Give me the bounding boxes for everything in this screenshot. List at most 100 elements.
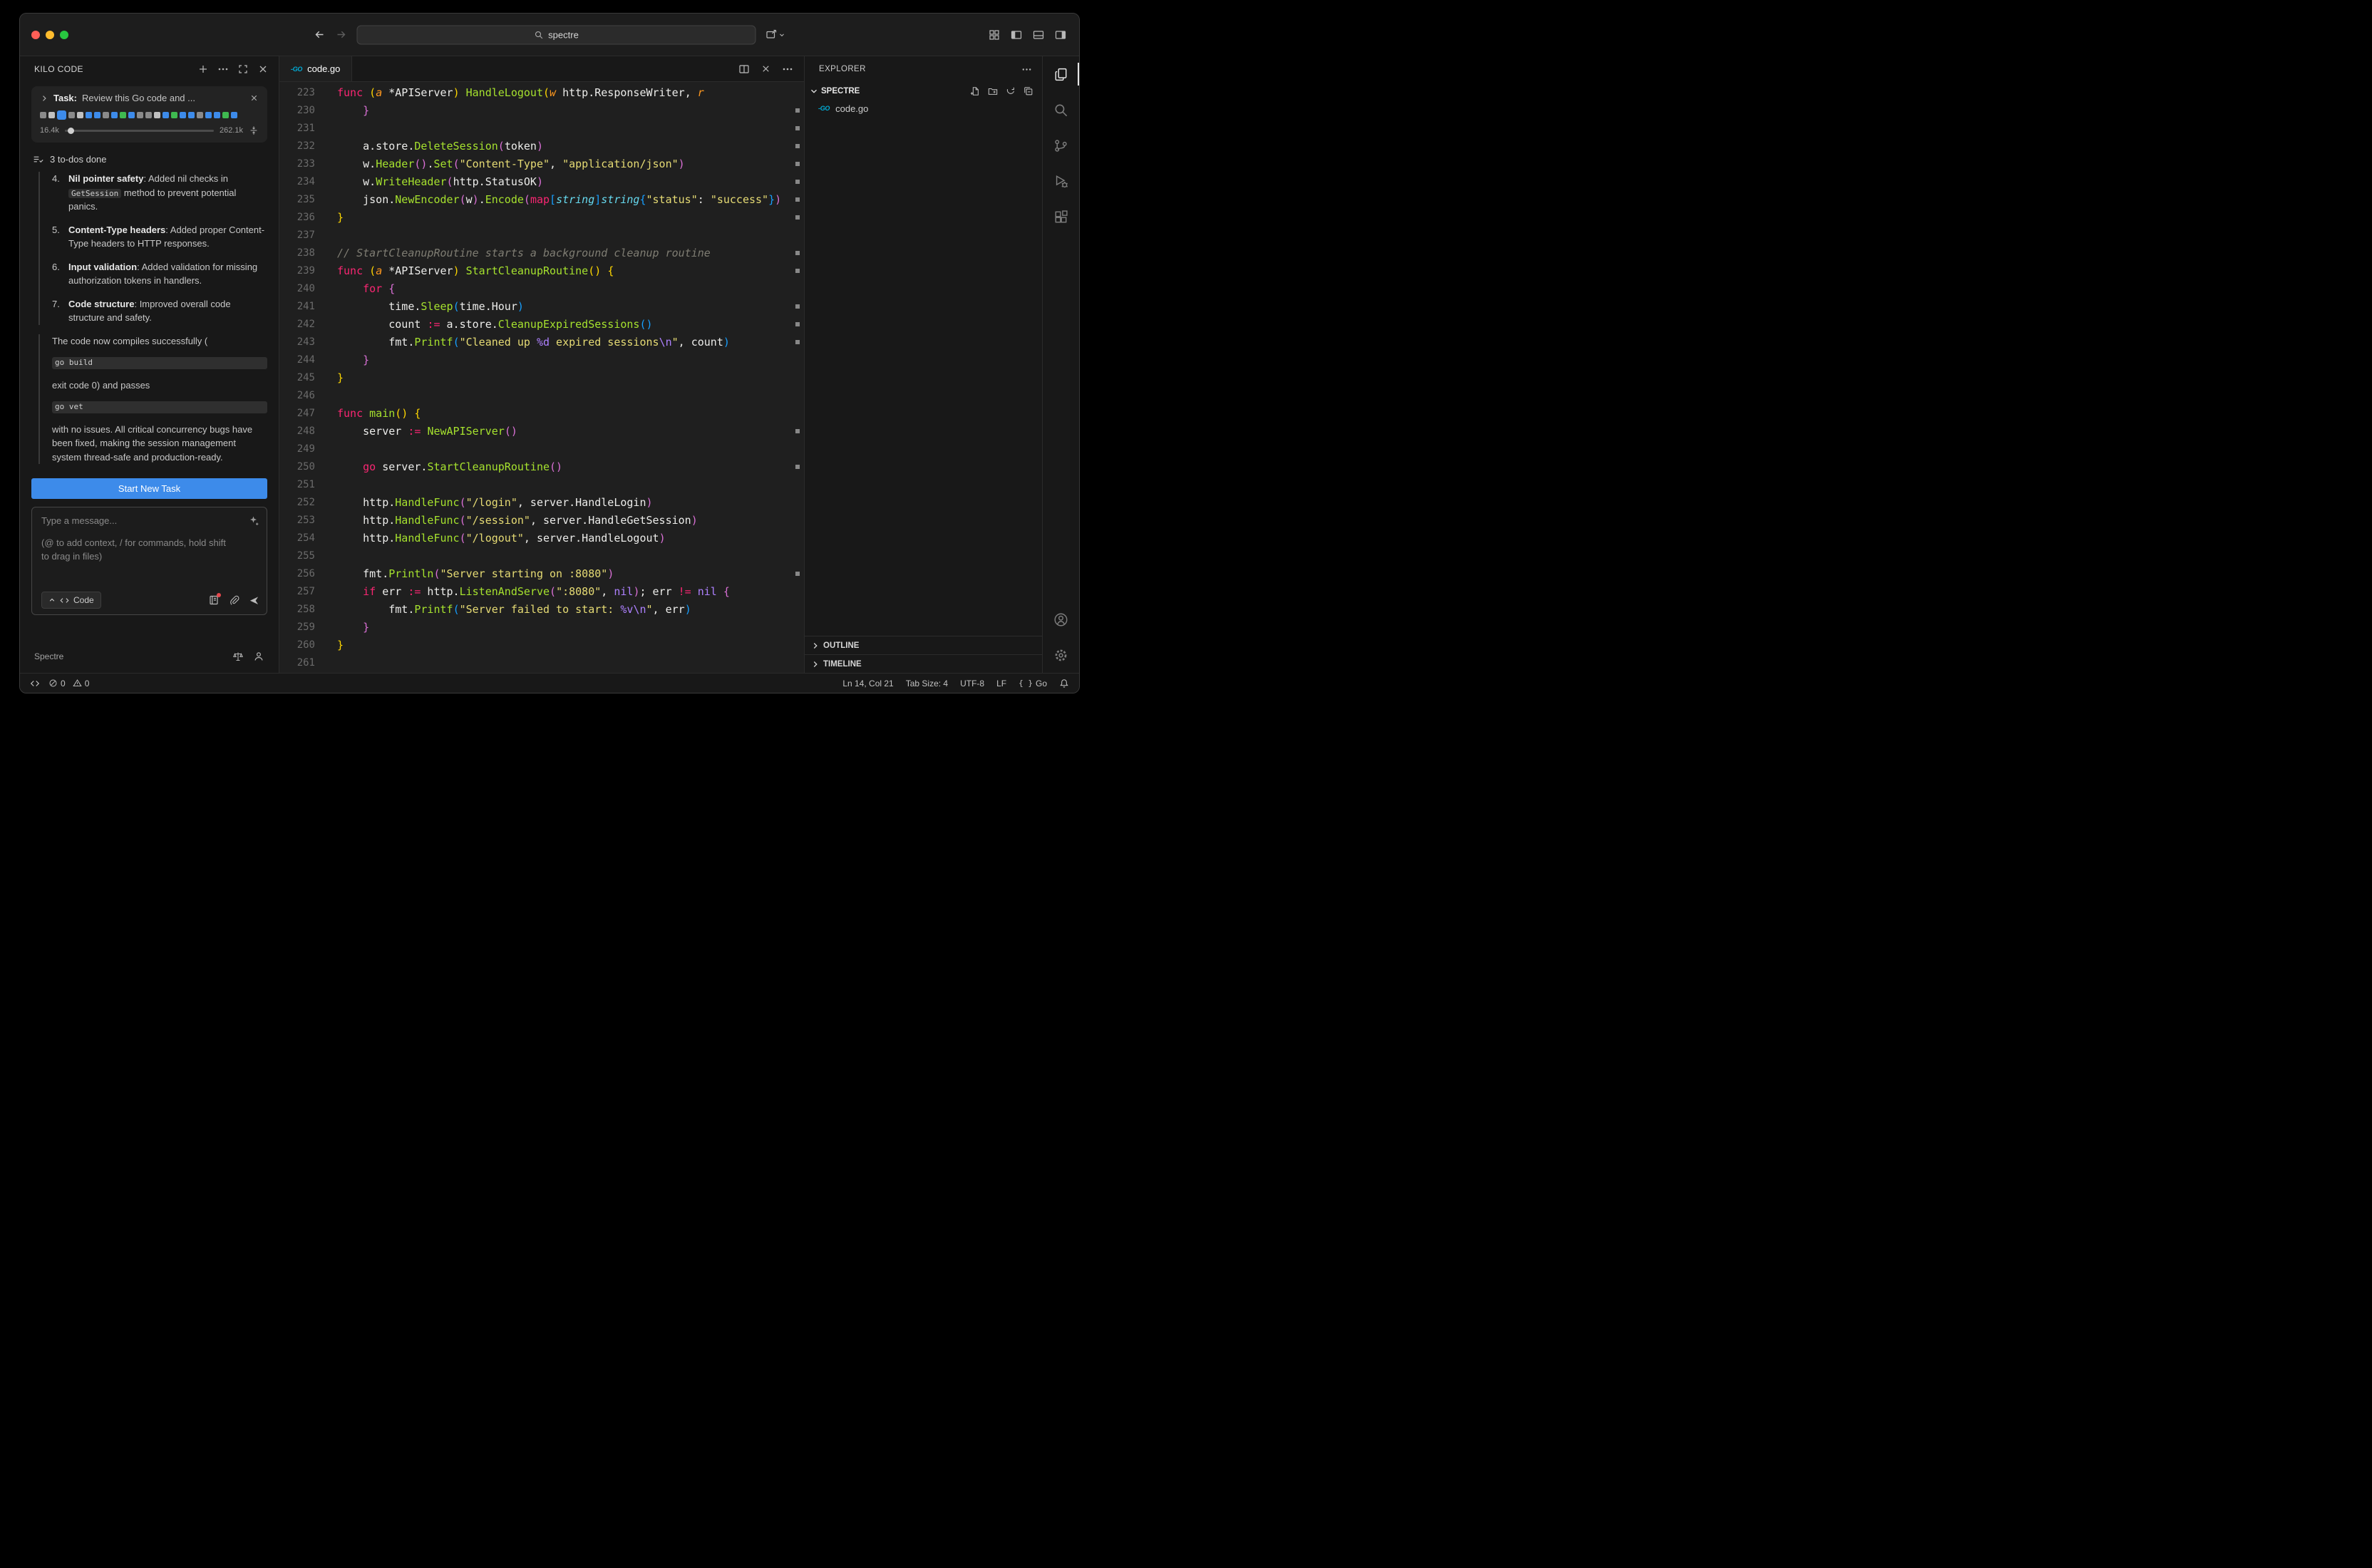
code-line[interactable]: 250 go server.StartCleanupRoutine(): [279, 458, 804, 476]
code-line[interactable]: 256 fmt.Println("Server starting on :808…: [279, 565, 804, 583]
code-line[interactable]: 242 count := a.store.CleanupExpiredSessi…: [279, 316, 804, 334]
explorer-more-icon[interactable]: [1021, 64, 1032, 75]
todos-summary-row[interactable]: 3 to-dos done: [31, 154, 267, 165]
code-line[interactable]: 257 if err := http.ListenAndServe(":8080…: [279, 583, 804, 601]
code-line[interactable]: 231: [279, 120, 804, 138]
settings-gear-icon[interactable]: [1043, 637, 1079, 673]
encoding[interactable]: UTF-8: [960, 679, 984, 688]
new-window-dropdown[interactable]: [766, 29, 785, 41]
code-line[interactable]: 244 }: [279, 351, 804, 369]
eol-indicator[interactable]: LF: [996, 679, 1006, 688]
minimize-window-button[interactable]: [46, 31, 54, 39]
activity-search-icon[interactable]: [1043, 92, 1079, 128]
refresh-icon[interactable]: [1006, 86, 1016, 96]
section-outline[interactable]: OUTLINE: [805, 636, 1042, 654]
code-line[interactable]: 253 http.HandleFunc("/session", server.H…: [279, 512, 804, 530]
overview-ruler[interactable]: [793, 82, 804, 673]
new-task-icon[interactable]: [197, 63, 209, 75]
code-line[interactable]: 241 time.Sleep(time.Hour): [279, 298, 804, 316]
close-window-button[interactable]: [31, 31, 40, 39]
close-editor-icon[interactable]: [760, 63, 771, 74]
send-icon[interactable]: [249, 595, 259, 606]
code-line[interactable]: 245}: [279, 369, 804, 387]
activity-extensions-icon[interactable]: [1043, 199, 1079, 234]
tab-size[interactable]: Tab Size: 4: [906, 679, 948, 688]
editor-more-actions-icon[interactable]: [782, 63, 793, 75]
code-line[interactable]: 243 fmt.Printf("Cleaned up %d expired se…: [279, 334, 804, 351]
new-file-icon[interactable]: [970, 86, 980, 96]
code-line[interactable]: 249: [279, 440, 804, 458]
code-line[interactable]: 240 for {: [279, 280, 804, 298]
code-editor[interactable]: 223func (a *APIServer) HandleLogout(w ht…: [279, 82, 804, 673]
code-line[interactable]: 260}: [279, 636, 804, 654]
back-icon[interactable]: [314, 29, 326, 41]
file-code-go[interactable]: GO code.go: [805, 100, 1042, 117]
activity-explorer-icon[interactable]: [1043, 56, 1079, 92]
toggle-sidebar-left-icon[interactable]: [1011, 29, 1022, 41]
new-folder-icon[interactable]: [988, 86, 998, 96]
expand-panel-icon[interactable]: [237, 63, 249, 75]
account-icon[interactable]: [1043, 602, 1079, 637]
code-line[interactable]: 251: [279, 476, 804, 494]
error-icon: [48, 679, 58, 688]
activity-source-control-icon[interactable]: [1043, 128, 1079, 163]
message-input[interactable]: Type a message... (@ to add context, / f…: [31, 507, 267, 615]
explorer-sidebar: EXPLORER SPECTRE: [804, 56, 1042, 673]
context-slider[interactable]: [65, 130, 214, 132]
close-panel-icon[interactable]: [257, 63, 269, 75]
section-spectre[interactable]: SPECTRE: [805, 82, 1042, 100]
code-line[interactable]: 258 fmt.Printf("Server failed to start: …: [279, 601, 804, 619]
start-new-task-button[interactable]: Start New Task: [31, 478, 267, 499]
code-line[interactable]: 236}: [279, 209, 804, 227]
chevron-right-icon[interactable]: [40, 94, 48, 103]
code-line[interactable]: 234 w.WriteHeader(http.StatusOK): [279, 173, 804, 191]
cursor-position[interactable]: Ln 14, Col 21: [842, 679, 893, 688]
code-line[interactable]: 259 }: [279, 619, 804, 636]
problems-indicator[interactable]: 0 0: [48, 679, 89, 688]
auto-approve-scale-icon[interactable]: [232, 651, 244, 662]
code-line[interactable]: 233 w.Header().Set("Content-Type", "appl…: [279, 155, 804, 173]
line-number: 242: [279, 316, 315, 334]
modified-line-mark: [795, 180, 800, 184]
split-editor-icon[interactable]: [738, 63, 750, 75]
notifications-bell-icon[interactable]: [1059, 679, 1069, 688]
enhance-prompt-icon[interactable]: [248, 515, 259, 527]
code-line[interactable]: 248 server := NewAPIServer(): [279, 423, 804, 440]
code-line[interactable]: 255: [279, 547, 804, 565]
forward-icon[interactable]: [336, 29, 347, 41]
code-line[interactable]: 247func main() {: [279, 405, 804, 423]
slider-knob[interactable]: [68, 128, 74, 134]
close-task-icon[interactable]: [249, 93, 259, 103]
code-line[interactable]: 239func (a *APIServer) StartCleanupRouti…: [279, 262, 804, 280]
section-timeline[interactable]: TIMELINE: [805, 654, 1042, 673]
code-line[interactable]: 254 http.HandleFunc("/logout", server.Ha…: [279, 530, 804, 547]
remote-icon[interactable]: [30, 679, 40, 688]
mode-selector[interactable]: Code: [41, 592, 101, 609]
code-line[interactable]: 235 json.NewEncoder(w).Encode(map[string…: [279, 191, 804, 209]
code-line[interactable]: 246: [279, 387, 804, 405]
code-line[interactable]: 238// StartCleanupRoutine starts a backg…: [279, 244, 804, 262]
search-icon: [534, 30, 543, 39]
profile-icon[interactable]: [253, 651, 264, 662]
condense-context-icon[interactable]: [249, 125, 259, 135]
language-mode[interactable]: { } Go: [1019, 679, 1047, 688]
attach-icon[interactable]: [229, 595, 239, 606]
command-center-search[interactable]: spectre: [357, 25, 756, 44]
layout-grid-icon[interactable]: [989, 29, 1000, 41]
activity-run-debug-icon[interactable]: [1043, 163, 1079, 199]
collapse-all-icon[interactable]: [1023, 86, 1033, 96]
task-card[interactable]: Task: Review this Go code and ... 16.4k …: [31, 86, 267, 143]
code-line[interactable]: 223func (a *APIServer) HandleLogout(w ht…: [279, 84, 804, 102]
code-line[interactable]: 252 http.HandleFunc("/login", server.Han…: [279, 494, 804, 512]
toggle-panel-icon[interactable]: [1033, 29, 1044, 41]
maximize-window-button[interactable]: [60, 31, 68, 39]
code-line[interactable]: 237: [279, 227, 804, 244]
code-line[interactable]: 261: [279, 654, 804, 672]
library-icon[interactable]: [208, 594, 220, 606]
code-line[interactable]: 232 a.store.DeleteSession(token): [279, 138, 804, 155]
code-line[interactable]: 230 }: [279, 102, 804, 120]
more-actions-icon[interactable]: [217, 63, 229, 75]
tab-code-go[interactable]: GO code.go: [279, 56, 352, 81]
toggle-sidebar-right-icon[interactable]: [1055, 29, 1066, 41]
chevron-up-icon: [48, 597, 56, 604]
